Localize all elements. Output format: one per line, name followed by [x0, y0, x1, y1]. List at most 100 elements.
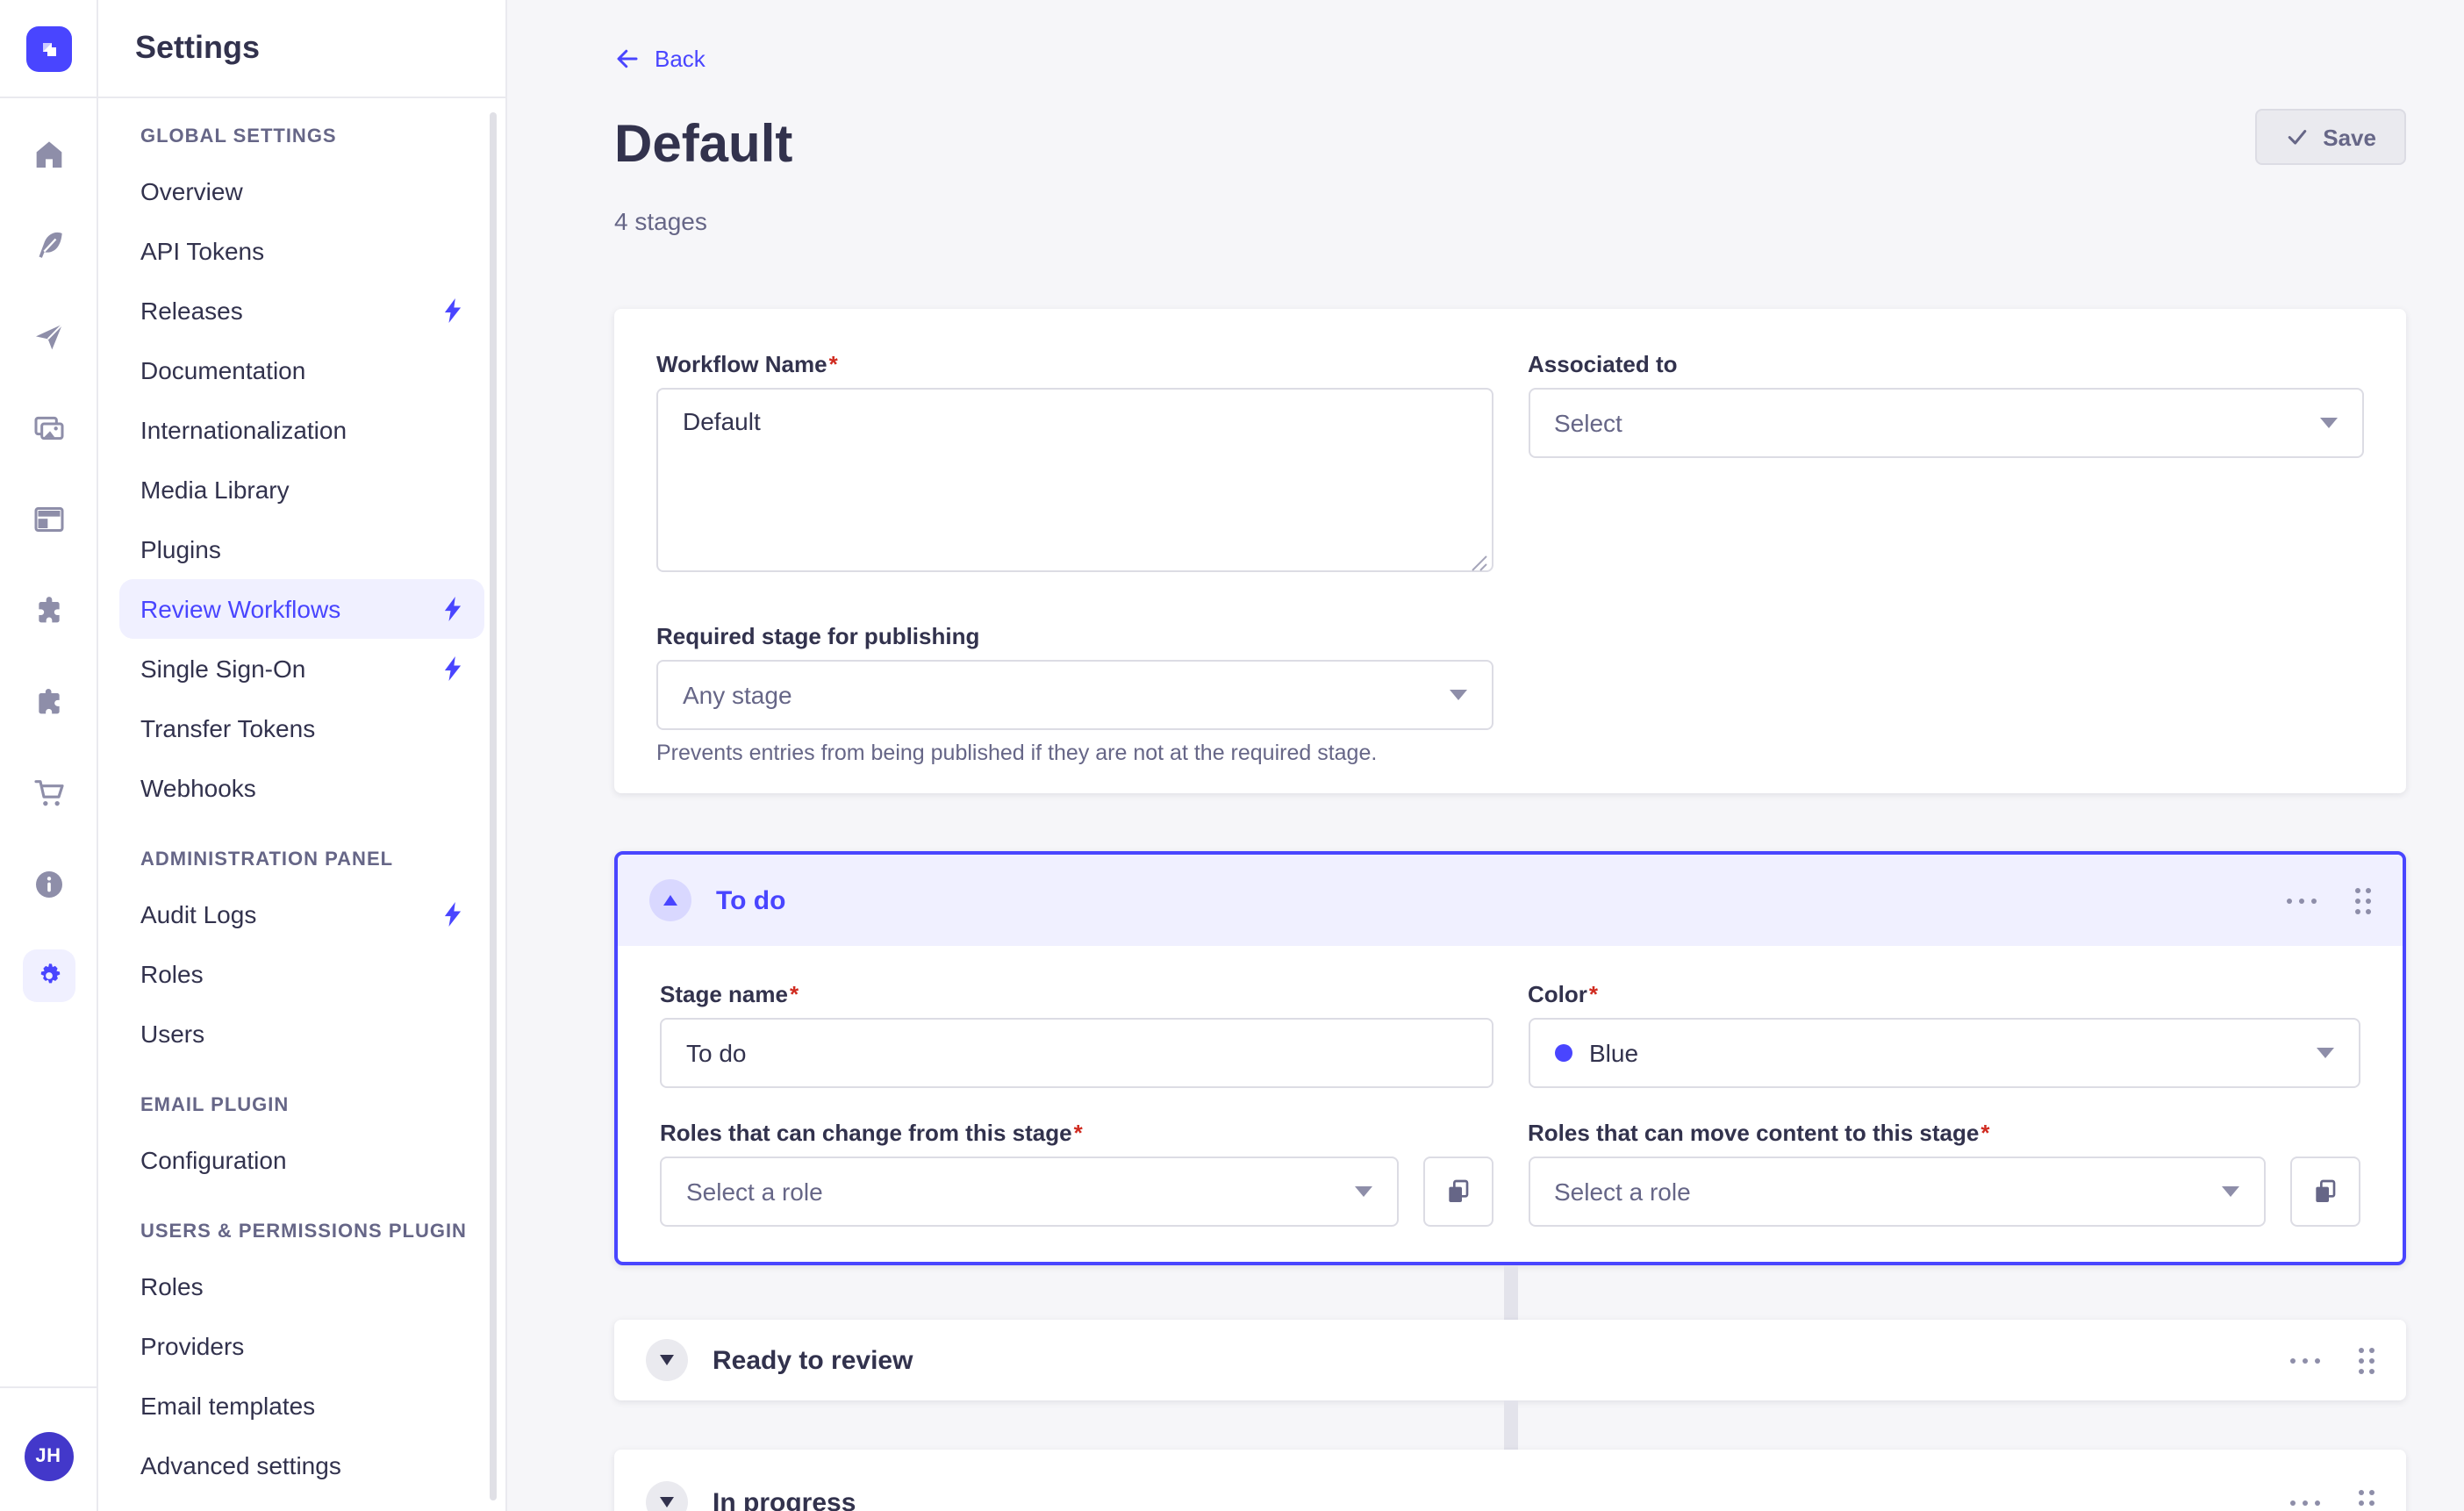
sidebar-item-advanced-settings[interactable]: Advanced settings: [119, 1436, 484, 1495]
sidebar-item-users[interactable]: Users: [119, 1004, 484, 1063]
color-select[interactable]: Blue: [1528, 1018, 2360, 1088]
nav-releases[interactable]: [0, 291, 97, 383]
chevron-down-icon: [2222, 1186, 2239, 1197]
section-users-permissions-plugin: USERS & PERMISSIONS PLUGIN: [140, 1221, 484, 1242]
sidebar-item-email-templates[interactable]: Email templates: [119, 1376, 484, 1436]
required-stage-select[interactable]: Any stage: [656, 660, 1493, 730]
stage-todo-header: To do: [618, 855, 2403, 946]
stage-card-todo: To do Stage name*: [614, 851, 2406, 1265]
stage-name-label: Stage name*: [660, 981, 1493, 1007]
nav-info[interactable]: [0, 839, 97, 930]
label-text: Roles that can change from this stage: [660, 1120, 1072, 1146]
nav-rail-icons: [0, 98, 97, 1021]
expand-stage-button[interactable]: [646, 1481, 688, 1511]
associated-to-select[interactable]: Select: [1528, 388, 2364, 458]
sidebar-item-label: Webhooks: [140, 774, 256, 802]
sidebar-item-webhooks[interactable]: Webhooks: [119, 758, 484, 818]
sidebar-item-overview[interactable]: Overview: [119, 161, 484, 221]
puzzle-icon: [31, 593, 66, 628]
stage-options-menu-icon[interactable]: [2290, 1350, 2320, 1370]
nav-purchase[interactable]: [0, 748, 97, 839]
nav-marketplace[interactable]: [0, 656, 97, 748]
chevron-down-icon: [660, 1355, 674, 1365]
workflow-meta-card: Workflow Name* Default Associated to Sel…: [614, 309, 2406, 793]
required-asterisk: *: [1074, 1120, 1083, 1146]
roles-change-select[interactable]: Select a role: [660, 1157, 1398, 1227]
sidebar-item-transfer-tokens[interactable]: Transfer Tokens: [119, 698, 484, 758]
sidebar-item-label: Transfer Tokens: [140, 714, 315, 742]
save-button[interactable]: Save: [2254, 109, 2406, 165]
sidebar-item-api-tokens[interactable]: API Tokens: [119, 221, 484, 281]
nav-settings[interactable]: [0, 930, 97, 1021]
strapi-logo-glyph: [36, 36, 61, 61]
stage-options-menu-icon[interactable]: [2287, 891, 2317, 910]
stage-connector: [1503, 1400, 1517, 1450]
required-asterisk: *: [1589, 981, 1598, 1007]
sidebar-item-admin-roles[interactable]: Roles: [119, 944, 484, 1004]
select-value: Blue: [1589, 1039, 1638, 1067]
lightning-icon: [442, 902, 463, 927]
sidebar-item-up-roles[interactable]: Roles: [119, 1257, 484, 1316]
drag-handle-icon[interactable]: [2355, 887, 2371, 913]
sidebar-item-label: Media Library: [140, 476, 290, 504]
required-asterisk: *: [790, 981, 799, 1007]
sidebar-item-providers[interactable]: Providers: [119, 1316, 484, 1376]
sidebar-item-plugins[interactable]: Plugins: [119, 519, 484, 579]
sidebar-item-review-workflows[interactable]: Review Workflows: [119, 579, 484, 639]
sidebar-item-configuration[interactable]: Configuration: [119, 1130, 484, 1190]
roles-move-label: Roles that can move content to this stag…: [1528, 1120, 2360, 1146]
roles-move-select[interactable]: Select a role: [1528, 1157, 2266, 1227]
stage-title: To do: [716, 885, 785, 915]
stage-name-input[interactable]: [660, 1018, 1493, 1088]
workflow-name-input[interactable]: Default: [656, 388, 1493, 572]
sidebar-item-label: Overview: [140, 177, 243, 205]
resize-grip-icon[interactable]: [1470, 555, 1487, 572]
sidebar-item-documentation[interactable]: Documentation: [119, 340, 484, 400]
nav-home[interactable]: [0, 109, 97, 200]
strapi-logo[interactable]: [25, 25, 71, 71]
sidebar-item-single-sign-on[interactable]: Single Sign-On: [119, 639, 484, 698]
sidebar-item-audit-logs[interactable]: Audit Logs: [119, 884, 484, 944]
stage-options-menu-icon[interactable]: [2290, 1493, 2320, 1511]
stage-todo-body: Stage name* Color* Blue: [618, 946, 2403, 1262]
nav-content-manager[interactable]: [0, 200, 97, 291]
label-text: Color: [1528, 981, 1587, 1007]
sidebar-item-releases[interactable]: Releases: [119, 281, 484, 340]
select-placeholder: Select a role: [1554, 1178, 1691, 1206]
drag-handle-icon[interactable]: [2359, 1347, 2374, 1373]
roles-move-group: Roles that can move content to this stag…: [1528, 1120, 2360, 1227]
rail-divider: [0, 1386, 97, 1388]
stage-name-group: Stage name*: [660, 981, 1493, 1088]
avatar[interactable]: JH: [24, 1432, 73, 1481]
label-text: Workflow Name: [656, 351, 827, 377]
sidebar-item-internationalization[interactable]: Internationalization: [119, 400, 484, 460]
nav-content-type-builder[interactable]: [0, 474, 97, 565]
stage-color-group: Color* Blue: [1528, 981, 2360, 1088]
required-asterisk: *: [829, 351, 838, 377]
cart-icon: [31, 776, 66, 811]
required-stage-hint: Prevents entries from being published if…: [656, 741, 1493, 765]
layout-icon: [31, 502, 66, 537]
roles-change-label: Roles that can change from this stage*: [660, 1120, 1493, 1146]
color-dot: [1554, 1044, 1572, 1062]
nav-plugins[interactable]: [0, 565, 97, 656]
nav-media-library[interactable]: [0, 383, 97, 474]
sidebar-item-label: Audit Logs: [140, 900, 256, 928]
collapse-stage-button[interactable]: [649, 879, 691, 921]
chevron-up-icon: [663, 895, 677, 906]
stage-title: Ready to review: [713, 1345, 913, 1375]
section-email-plugin: EMAIL PLUGIN: [140, 1095, 484, 1116]
drag-handle-icon[interactable]: [2359, 1489, 2374, 1511]
puzzle-icon: [31, 684, 66, 720]
apply-to-all-stages-button[interactable]: [1422, 1157, 1493, 1227]
stages-list: To do Stage name*: [614, 851, 2406, 1511]
sidebar-item-media-library[interactable]: Media Library: [119, 460, 484, 519]
back-link[interactable]: Back: [614, 46, 706, 72]
apply-to-all-stages-button[interactable]: [2290, 1157, 2360, 1227]
sidebar-item-label: Documentation: [140, 356, 305, 384]
stage-title: In progress: [713, 1487, 856, 1511]
feather-icon: [31, 228, 66, 263]
sidebar-scrollbar[interactable]: [490, 112, 497, 1500]
expand-stage-button[interactable]: [646, 1339, 688, 1381]
chevron-down-icon: [1354, 1186, 1372, 1197]
